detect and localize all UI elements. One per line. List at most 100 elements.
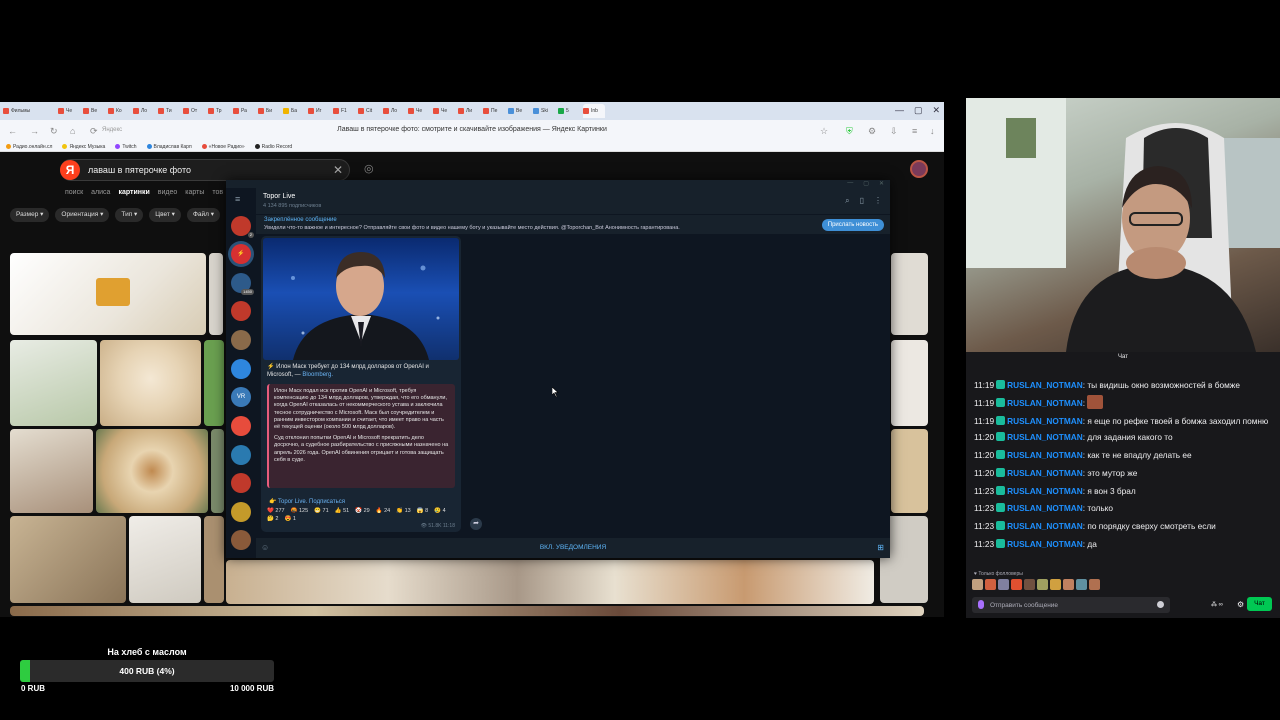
browser-tab[interactable]: F1 — [333, 104, 355, 118]
reaction[interactable]: ❤️ 277 — [267, 508, 285, 514]
subscribe-link[interactable]: 👉 Topor Live. Подписаться — [269, 498, 345, 505]
chat-username[interactable]: RUSLAN_NOTMAN — [1007, 450, 1083, 460]
browser-tab[interactable]: Че — [408, 104, 430, 118]
chat-username[interactable]: RUSLAN_NOTMAN — [1007, 398, 1083, 408]
image-thumbnail[interactable] — [129, 516, 201, 603]
chat-avatar[interactable] — [231, 301, 251, 321]
gear-icon[interactable]: ⚙ — [1237, 600, 1244, 609]
forward-icon[interactable]: ➦ — [470, 518, 482, 530]
emote[interactable] — [1089, 579, 1100, 590]
reaction[interactable]: 😁 71 — [314, 508, 329, 514]
image-row-partial[interactable] — [226, 560, 874, 604]
emote[interactable] — [1063, 579, 1074, 590]
gift-icon[interactable]: ⊞ — [877, 543, 884, 552]
chat-avatar[interactable] — [231, 359, 251, 379]
chat-avatar[interactable] — [231, 530, 251, 550]
subscriber-badge-icon[interactable] — [996, 538, 1006, 548]
more-icon[interactable]: ⋮ — [874, 196, 882, 206]
browser-tab[interactable]: От — [183, 104, 205, 118]
browser-tab[interactable]: Тр — [208, 104, 230, 118]
chat-username[interactable]: RUSLAN_NOTMAN — [1007, 432, 1083, 442]
channel-post[interactable]: ⚡️ Илон Маск требует до 134 млрд долларо… — [261, 236, 461, 532]
chat-username[interactable]: RUSLAN_NOTMAN — [1007, 416, 1083, 426]
pinned-message[interactable]: Закреплённое сообщение Увидели что-то ва… — [256, 214, 890, 234]
chat-avatar[interactable] — [231, 473, 251, 493]
sidebar-toggle-icon[interactable]: ▯ — [860, 196, 864, 206]
caption-source-link[interactable]: Bloomberg. — [302, 372, 333, 378]
filter-dropdown[interactable]: Файл ▾ — [186, 208, 220, 222]
emoji-icon[interactable] — [1157, 601, 1164, 608]
browser-tab[interactable]: Че — [433, 104, 455, 118]
browser-tab[interactable]: Иг — [308, 104, 330, 118]
maximize-icon[interactable]: ▢ — [863, 180, 869, 188]
emote[interactable] — [985, 579, 996, 590]
chat-avatar[interactable]: 1450 — [231, 273, 254, 295]
emote[interactable] — [1076, 579, 1087, 590]
emote[interactable] — [1037, 579, 1048, 590]
reaction[interactable]: 🤡 29 — [355, 508, 370, 514]
image-row-partial[interactable] — [10, 606, 924, 616]
browser-tab[interactable]: Ра — [233, 104, 255, 118]
chat-avatar-selected[interactable]: ⚡ — [231, 244, 251, 264]
browser-tab[interactable]: Ко — [108, 104, 130, 118]
extensions-icon[interactable]: ⚙ — [868, 126, 876, 137]
chat-avatar[interactable] — [231, 330, 251, 350]
filter-dropdown[interactable]: Ориентация ▾ — [55, 208, 110, 222]
browser-tab[interactable]: Ли — [458, 104, 480, 118]
emote[interactable] — [1024, 579, 1035, 590]
chat-username[interactable]: RUSLAN_NOTMAN — [1007, 380, 1083, 390]
browser-tab[interactable]: Пе — [483, 104, 505, 118]
image-thumbnail[interactable] — [209, 253, 223, 335]
close-icon[interactable]: ✕ — [879, 180, 884, 188]
subscriber-badge-icon[interactable] — [996, 397, 1006, 407]
chat-username[interactable]: RUSLAN_NOTMAN — [1007, 521, 1083, 531]
menu-icon[interactable]: ≡ — [912, 126, 917, 136]
image-thumbnail[interactable] — [891, 340, 928, 426]
image-thumbnail[interactable] — [10, 516, 126, 603]
chat-username[interactable]: RUSLAN_NOTMAN — [1007, 539, 1083, 549]
chat-username[interactable]: RUSLAN_NOTMAN — [1007, 468, 1083, 478]
chat-avatar[interactable] — [231, 502, 251, 522]
chat-avatar[interactable]: VR — [231, 387, 251, 407]
subscriber-badge-icon[interactable] — [996, 380, 1006, 389]
browser-tab[interactable]: Ло — [133, 104, 155, 118]
search-box[interactable]: лаваш в пятерочке фото ✕ — [60, 159, 350, 181]
image-thumbnail[interactable] — [100, 340, 201, 426]
chat-input[interactable] — [990, 600, 1150, 610]
browser-tab[interactable]: Ба — [283, 104, 305, 118]
image-thumbnail[interactable] — [211, 429, 224, 513]
downloads-icon[interactable]: ⇩ — [890, 126, 898, 137]
image-thumbnail[interactable] — [204, 340, 224, 426]
minimize-icon[interactable]: — — [847, 180, 853, 188]
download-icon[interactable]: ↓ — [930, 126, 935, 136]
chat-avatar[interactable] — [231, 445, 251, 465]
yandex-logo[interactable]: Я — [60, 160, 80, 180]
search-tab[interactable]: тов — [212, 189, 223, 196]
microphone-icon[interactable] — [978, 600, 984, 609]
filter-dropdown[interactable]: Размер ▾ — [10, 208, 50, 222]
shield-icon[interactable]: ⛨ — [846, 126, 853, 137]
close-icon[interactable]: ✕ — [932, 105, 940, 116]
search-input[interactable]: лаваш в пятерочке фото — [88, 165, 191, 175]
menu-icon[interactable]: ≡ — [235, 194, 240, 204]
browser-tab[interactable]: Ве — [508, 104, 530, 118]
chat-username[interactable]: RUSLAN_NOTMAN — [1007, 503, 1083, 513]
image-thumbnail[interactable] — [96, 429, 208, 513]
search-icon[interactable]: ⌕ — [845, 196, 849, 206]
emote[interactable] — [972, 579, 983, 590]
reaction[interactable]: 🤬 125 — [291, 508, 309, 514]
bookmark-icon[interactable]: ☆ — [820, 126, 828, 137]
subscriber-badge-icon[interactable] — [996, 520, 1006, 530]
search-tab[interactable]: карты — [185, 189, 204, 196]
browser-tab[interactable]: Ло — [383, 104, 405, 118]
chat-avatar[interactable] — [231, 416, 251, 436]
browser-tab[interactable]: Ski — [533, 104, 555, 118]
filter-dropdown[interactable]: Цвет ▾ — [149, 208, 181, 222]
avatar[interactable] — [910, 160, 928, 178]
image-thumbnail[interactable] — [891, 429, 928, 513]
emote[interactable] — [1011, 579, 1022, 590]
maximize-icon[interactable]: ▢ — [914, 105, 923, 116]
browser-tab[interactable]: Cit — [358, 104, 380, 118]
bookmark-item[interactable]: «Новое Радио» — [201, 144, 245, 150]
browser-tab[interactable]: Че — [58, 104, 80, 118]
